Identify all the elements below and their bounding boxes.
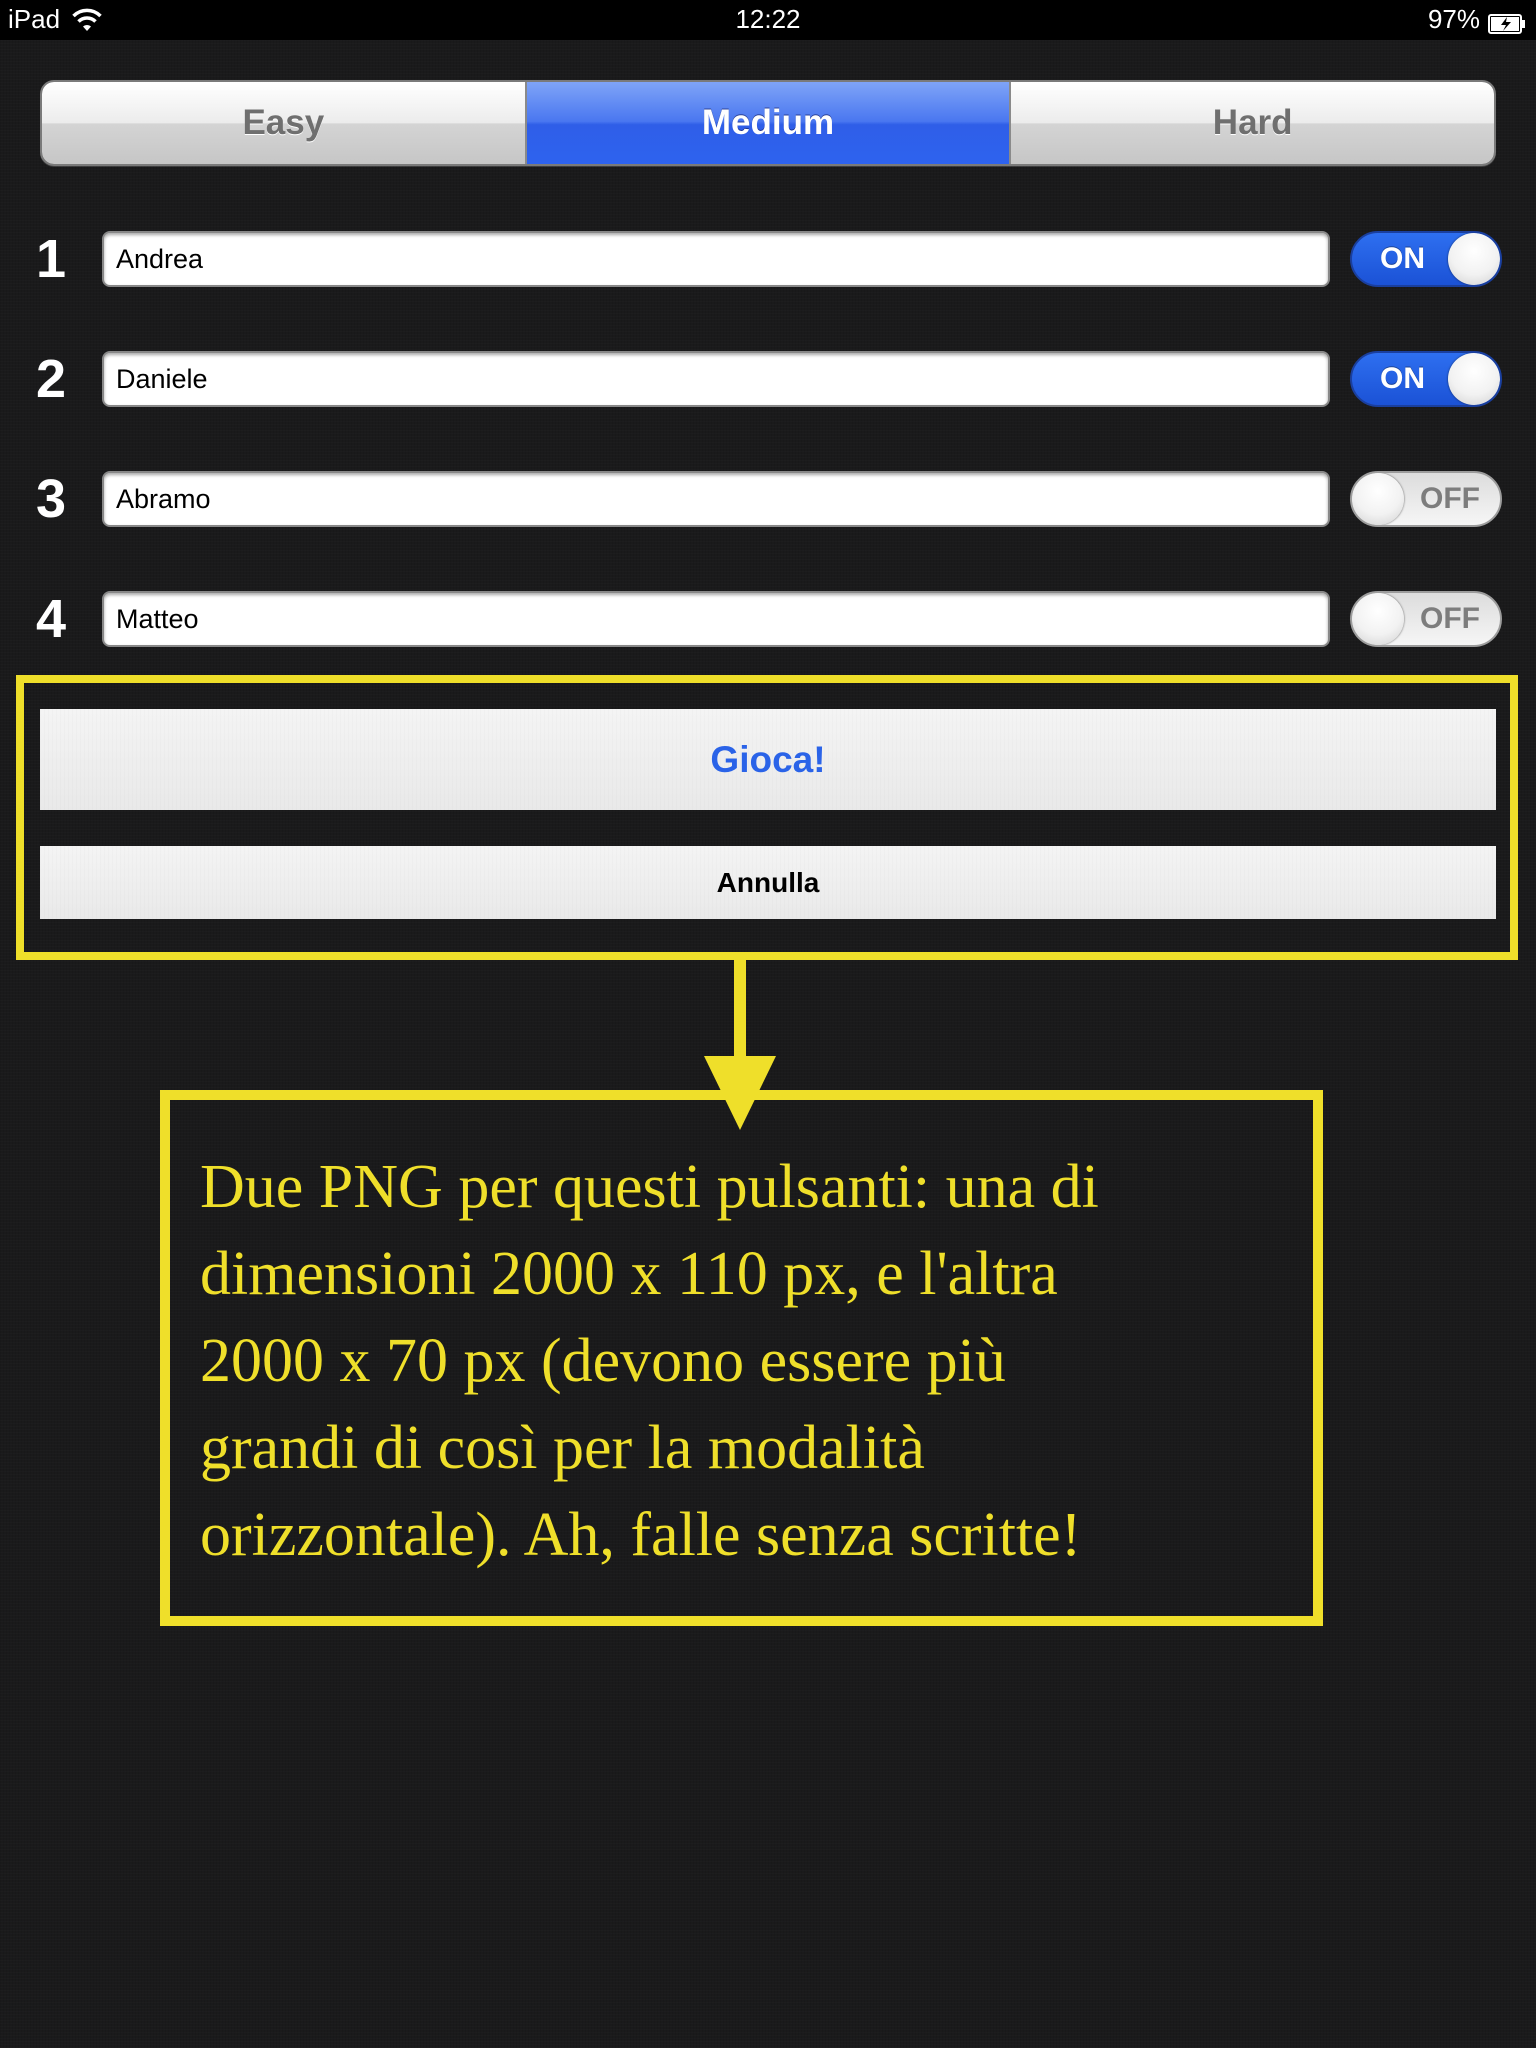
player-toggle-switch[interactable]: OFF — [1350, 591, 1502, 647]
player-name-input[interactable] — [102, 591, 1330, 647]
player-toggle-switch[interactable]: ON — [1350, 351, 1502, 407]
difficulty-segmented-control: Easy Medium Hard — [40, 80, 1496, 166]
battery-icon — [1488, 10, 1526, 34]
annotation-line: grandi di così per la modalità — [200, 1414, 925, 1482]
annotation-arrow-shaft — [734, 960, 746, 1060]
player-row: 1 ON — [0, 229, 1536, 289]
toggle-label: ON — [1380, 362, 1425, 395]
segment-hard[interactable]: Hard — [1009, 82, 1494, 164]
player-toggle-switch[interactable]: ON — [1350, 231, 1502, 287]
toggle-label: OFF — [1420, 602, 1480, 635]
player-number: 1 — [36, 229, 67, 289]
player-row: 3 OFF — [0, 469, 1536, 529]
player-row: 4 OFF — [0, 589, 1536, 649]
segment-easy[interactable]: Easy — [42, 82, 525, 164]
status-time: 12:22 — [735, 4, 801, 34]
status-bar: iPad 12:22 97% — [0, 0, 1536, 40]
toggle-knob — [1448, 233, 1500, 285]
annotation-line: orizzontale). Ah, falle senza scritte! — [200, 1501, 1082, 1569]
play-button[interactable]: Gioca! — [40, 709, 1496, 810]
player-name-input[interactable] — [102, 471, 1330, 527]
cancel-button[interactable]: Annulla — [40, 846, 1496, 919]
toggle-knob — [1352, 593, 1404, 645]
player-number: 3 — [36, 469, 67, 529]
annotation-line: Due PNG per questi pulsanti: una di — [200, 1153, 1099, 1221]
annotation-line: dimensioni 2000 x 110 px, e l'altra — [200, 1240, 1058, 1308]
annotation-line: 2000 x 70 px (devono essere più — [200, 1327, 1006, 1395]
battery-percent: 97% — [1427, 4, 1480, 34]
player-name-input[interactable] — [102, 231, 1330, 287]
toggle-label: OFF — [1420, 482, 1480, 515]
toggle-label: ON — [1380, 242, 1425, 275]
player-row: 2 ON — [0, 349, 1536, 409]
annotation-note: Due PNG per questi pulsanti: una di dime… — [160, 1090, 1323, 1626]
status-right: 97% — [1428, 4, 1526, 35]
player-name-input[interactable] — [102, 351, 1330, 407]
segment-medium[interactable]: Medium — [524, 82, 1010, 164]
player-toggle-switch[interactable]: OFF — [1350, 471, 1502, 527]
player-number: 2 — [36, 349, 67, 409]
player-number: 4 — [36, 589, 67, 649]
toggle-knob — [1448, 353, 1500, 405]
toggle-knob — [1352, 473, 1404, 525]
